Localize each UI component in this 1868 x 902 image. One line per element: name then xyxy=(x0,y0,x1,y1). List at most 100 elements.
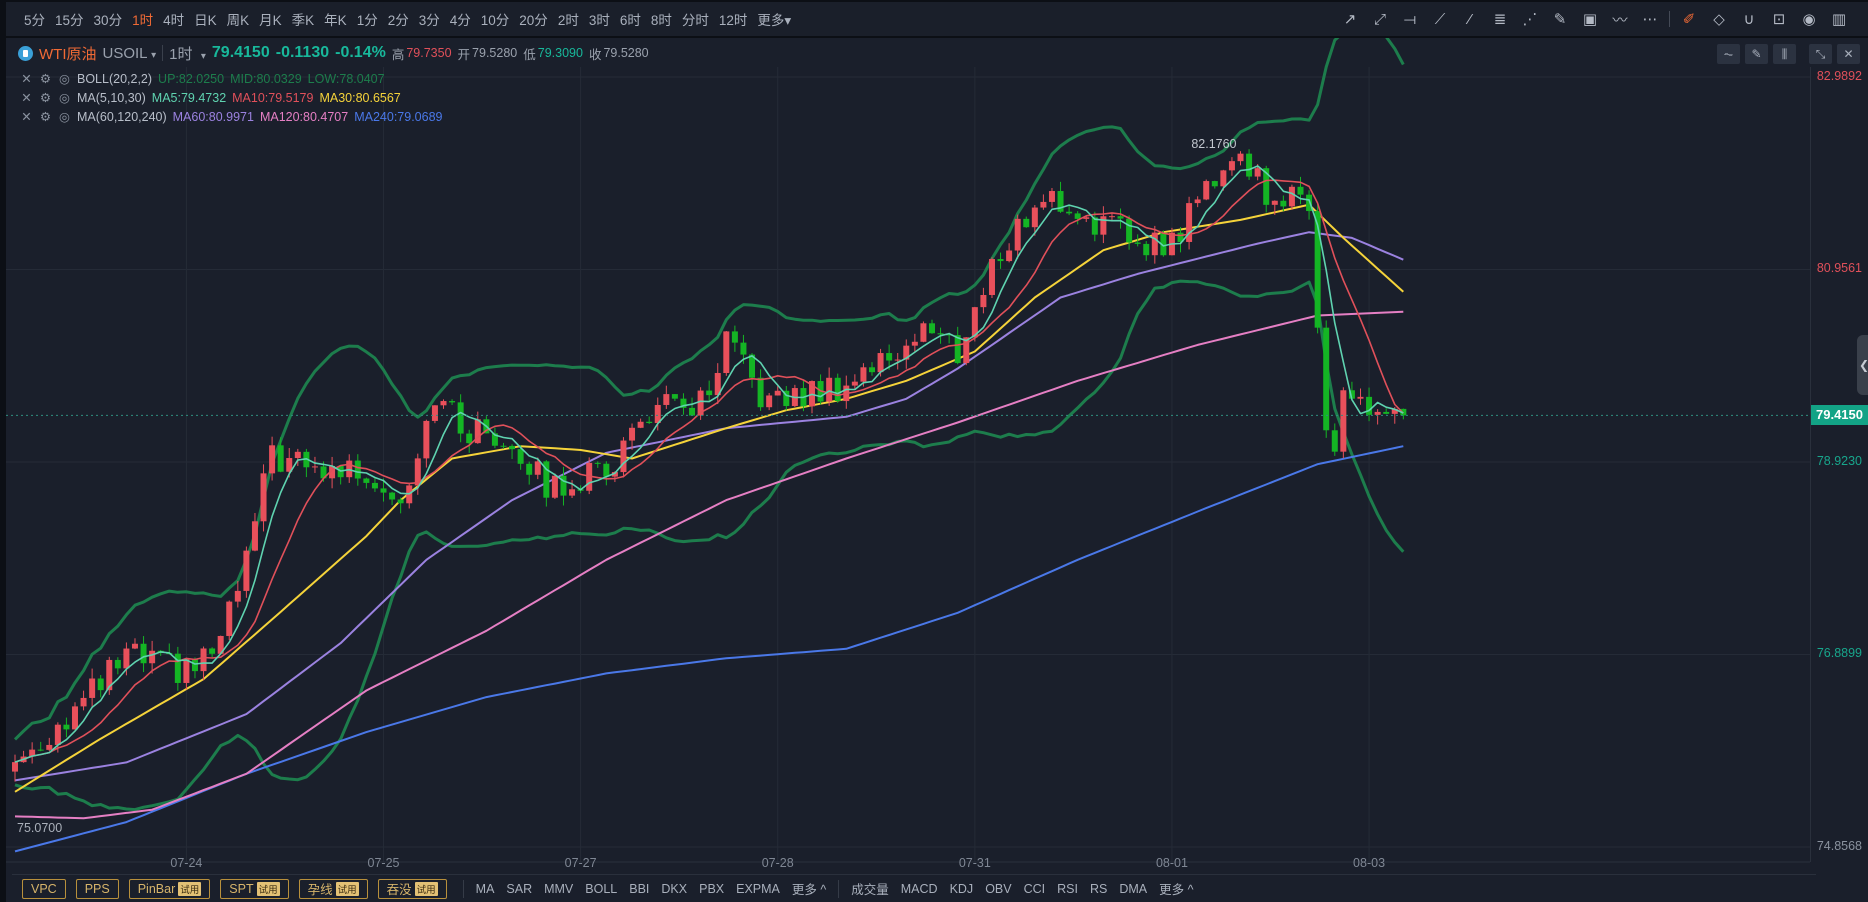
timeframe-4分[interactable]: 4分 xyxy=(445,9,476,29)
sub-indicator-更多 ^[interactable]: 更多 ^ xyxy=(1153,879,1199,898)
collapse-panel-button[interactable]: ❮ xyxy=(1857,335,1868,395)
candle-down xyxy=(928,323,935,334)
shrink-icon[interactable]: ⤡ xyxy=(1809,44,1832,64)
eye-icon[interactable]: ◎ xyxy=(58,89,71,108)
symbol-name[interactable]: WTI原油 xyxy=(39,43,97,64)
sub-indicator-KDJ[interactable]: KDJ xyxy=(944,882,980,896)
paid-indicator-孕线[interactable]: 孕线 试用 xyxy=(298,878,368,899)
price-axis[interactable]: 82.9892 80.9561 78.9230 76.8899 74.8568 xyxy=(1810,67,1868,862)
trial-badge: 试用 xyxy=(256,881,280,896)
paid-indicator-PinBar[interactable]: PinBar 试用 xyxy=(128,878,211,899)
timeframe-周K[interactable]: 周K xyxy=(222,9,255,29)
candle-up xyxy=(149,650,156,664)
close-icon[interactable]: ✕ xyxy=(20,108,33,127)
main-indicator-PBX[interactable]: PBX xyxy=(693,882,730,896)
candle-type-icon[interactable]: ⫼ xyxy=(1773,44,1796,64)
main-indicator-BOLL[interactable]: BOLL xyxy=(579,882,623,896)
candle-down xyxy=(1366,396,1373,415)
timeframe-2分[interactable]: 2分 xyxy=(383,9,414,29)
timeframe-6时[interactable]: 6时 xyxy=(615,9,646,29)
timeframe-季K[interactable]: 季K xyxy=(287,9,320,29)
symbol-code-dropdown[interactable]: USOIL ▾ xyxy=(103,45,157,62)
sub-indicator-成交量[interactable]: 成交量 xyxy=(845,879,895,898)
timeframe-1时[interactable]: 1时 xyxy=(127,9,158,29)
price-chart[interactable]: 82.1760 75.0700 xyxy=(6,38,1868,902)
candle-up xyxy=(131,643,138,649)
main-indicator-SAR[interactable]: SAR xyxy=(500,882,538,896)
candle-down xyxy=(834,377,841,402)
sub-indicator-MACD[interactable]: MACD xyxy=(895,882,944,896)
candle-down xyxy=(997,259,1004,262)
fibonacci-icon[interactable]: ≣ xyxy=(1485,10,1515,28)
close-icon[interactable]: ✕ xyxy=(1837,44,1860,64)
eraser-icon[interactable]: ◇ xyxy=(1704,10,1734,28)
sub-indicator-CCI[interactable]: CCI xyxy=(1018,882,1052,896)
timeframe-8时[interactable]: 8时 xyxy=(646,9,677,29)
paid-indicator-PPS[interactable]: PPS xyxy=(75,878,119,899)
sub-indicator-RSI[interactable]: RSI xyxy=(1051,882,1084,896)
pen-icon[interactable]: ✎ xyxy=(1745,44,1768,64)
timeframe-12时[interactable]: 12时 xyxy=(714,9,753,29)
timeframe-3时[interactable]: 3时 xyxy=(584,9,615,29)
timeframe-分时[interactable]: 分时 xyxy=(677,9,714,29)
timeframe-2时[interactable]: 2时 xyxy=(553,9,584,29)
candle-up xyxy=(423,420,430,459)
timeframe-日K[interactable]: 日K xyxy=(189,9,222,29)
open-value: 79.5280 xyxy=(472,46,518,60)
main-indicator-DKX[interactable]: DKX xyxy=(655,882,693,896)
segment-icon[interactable]: ⁄ xyxy=(1455,11,1485,28)
eye-icon[interactable]: ◉ xyxy=(1794,10,1824,28)
settings-icon[interactable]: ⚙ xyxy=(39,70,52,89)
timeframe-月K[interactable]: 月K xyxy=(254,9,287,29)
draw-mode-icon[interactable]: ✐ xyxy=(1674,10,1704,28)
main-indicator-更多 ^[interactable]: 更多 ^ xyxy=(786,879,832,898)
timeframe-30分[interactable]: 30分 xyxy=(89,9,128,29)
main-indicator-MMV[interactable]: MMV xyxy=(538,882,579,896)
timeframe-年K[interactable]: 年K xyxy=(319,9,352,29)
close-icon[interactable]: ✕ xyxy=(20,70,33,89)
candle-up xyxy=(46,744,53,750)
candle-up xyxy=(346,460,353,478)
pattern-icon[interactable]: 〰 xyxy=(1605,9,1635,30)
settings-icon[interactable]: ⚙ xyxy=(39,89,52,108)
candle-up xyxy=(183,659,190,683)
unlock-icon[interactable]: ⊡ xyxy=(1764,10,1794,28)
timeframe-4时[interactable]: 4时 xyxy=(158,9,189,29)
eye-icon[interactable]: ◎ xyxy=(58,70,71,89)
dashed-arrow-icon[interactable]: ⤢ xyxy=(1365,11,1395,28)
chart-panel[interactable]: 82.1760 75.0700 WTI原油 USOIL ▾ 1时 ▾ 79.415… xyxy=(6,38,1868,902)
paid-indicator-吞没[interactable]: 吞没 试用 xyxy=(377,878,447,899)
timeframe-5分[interactable]: 5分 xyxy=(19,9,50,29)
symbol-icon xyxy=(18,45,33,61)
timeframe-1分[interactable]: 1分 xyxy=(352,9,383,29)
paid-indicator-VPC[interactable]: VPC xyxy=(22,878,66,899)
arrow-line-icon[interactable]: ↗ xyxy=(1335,10,1365,28)
brush-icon[interactable]: ✎ xyxy=(1545,10,1575,28)
main-indicator-EXPMA[interactable]: EXPMA xyxy=(730,882,786,896)
price-range-icon[interactable]: ⟋ xyxy=(1425,11,1455,28)
main-indicator-MA[interactable]: MA xyxy=(470,882,501,896)
timeframe-更多▾[interactable]: 更多▾ xyxy=(752,9,796,29)
sub-indicator-OBV[interactable]: OBV xyxy=(979,882,1017,896)
timeframe-10分[interactable]: 10分 xyxy=(476,9,515,29)
timeframe-15分[interactable]: 15分 xyxy=(50,9,89,29)
sub-indicator-RS[interactable]: RS xyxy=(1084,882,1113,896)
candle-down xyxy=(449,401,456,403)
indicator-icon[interactable]: ⏦ xyxy=(1717,44,1740,64)
eye-icon[interactable]: ◎ xyxy=(58,108,71,127)
main-indicator-BBI[interactable]: BBI xyxy=(623,882,655,896)
paid-indicator-SPT[interactable]: SPT 试用 xyxy=(220,878,289,899)
magnet-icon[interactable]: ∪ xyxy=(1734,10,1764,28)
fan-icon[interactable]: ⋰ xyxy=(1515,10,1545,28)
trash-icon[interactable]: ▥ xyxy=(1824,10,1854,28)
more-icon[interactable]: ⋯ xyxy=(1635,10,1665,28)
candle-up xyxy=(1271,200,1278,205)
image-icon[interactable]: ▣ xyxy=(1575,10,1605,28)
timeframe-20分[interactable]: 20分 xyxy=(514,9,553,29)
settings-icon[interactable]: ⚙ xyxy=(39,108,52,127)
timeframe-3分[interactable]: 3分 xyxy=(414,9,445,29)
close-icon[interactable]: ✕ xyxy=(20,89,33,108)
interval-dropdown[interactable]: 1时 ▾ xyxy=(169,43,206,64)
sub-indicator-DMA[interactable]: DMA xyxy=(1113,882,1153,896)
horizontal-line-icon[interactable]: ⟞ xyxy=(1395,11,1425,28)
